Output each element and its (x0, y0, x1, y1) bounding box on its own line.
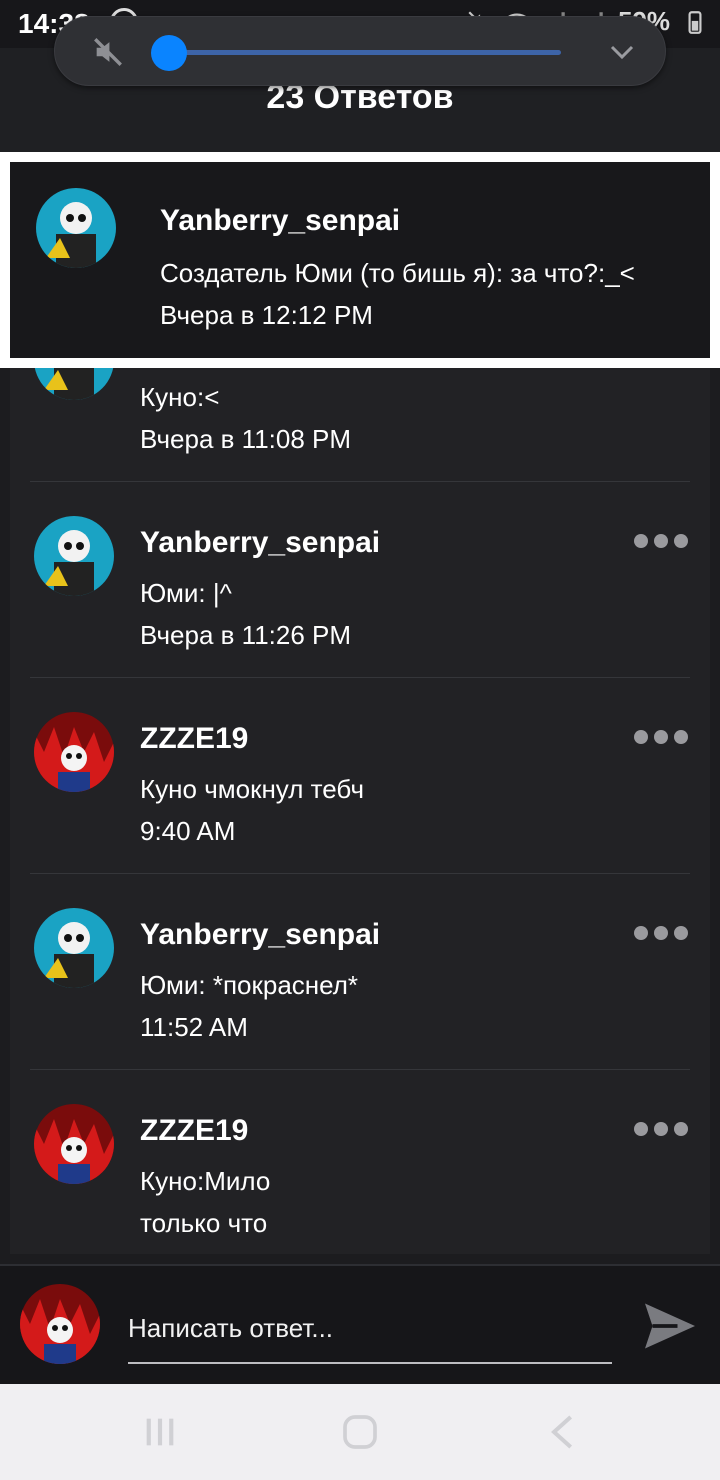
more-options-icon[interactable] (634, 1122, 688, 1136)
username[interactable]: Yanberry_senpai (160, 204, 400, 238)
message-text: Создатель Юми (то бишь я): за что?:_< (160, 258, 635, 288)
chevron-down-icon[interactable] (607, 37, 637, 67)
username[interactable]: Yanberry_senpai (140, 918, 380, 952)
message-text: Куно:Мило (140, 1166, 271, 1196)
recents-icon[interactable] (140, 1412, 180, 1452)
message-text: Куно чмокнул тебч (140, 774, 364, 804)
more-options-icon[interactable] (634, 534, 688, 548)
message-text: Куно:< (140, 382, 220, 412)
back-icon[interactable] (544, 1412, 584, 1452)
volume-overlay[interactable] (54, 16, 666, 86)
message-text: Юми: |^ (140, 578, 232, 608)
reply-composer (0, 1264, 720, 1384)
system-nav-bar (0, 1384, 720, 1480)
username[interactable]: Yanberry_senpai (140, 526, 380, 560)
reply-item[interactable]: Куно:< Вчера в 11:08 PM (30, 368, 690, 482)
timestamp: Вчера в 11:26 PM (140, 620, 352, 650)
home-icon[interactable] (340, 1412, 380, 1452)
reply-item[interactable]: ZZZE19 Куно чмокнул тебч 9:40 AM (30, 678, 690, 874)
avatar[interactable] (20, 1284, 100, 1364)
username[interactable]: ZZZE19 (140, 722, 248, 756)
avatar[interactable] (34, 516, 114, 596)
reply-input[interactable] (128, 1294, 612, 1364)
avatar[interactable] (34, 908, 114, 988)
reply-item[interactable]: Yanberry_senpai Юми: *покраснел* 11:52 AM (30, 874, 690, 1070)
battery-icon (688, 10, 702, 34)
timestamp: Вчера в 11:08 PM (140, 424, 352, 454)
username[interactable]: ZZZE19 (140, 1114, 248, 1148)
timestamp: 9:40 AM (140, 816, 236, 846)
parent-reply[interactable]: Yanberry_senpai Создатель Юми (то бишь я… (10, 162, 710, 358)
avatar[interactable] (34, 1104, 114, 1184)
avatar[interactable] (36, 188, 116, 268)
send-icon[interactable] (640, 1296, 700, 1356)
more-options-icon[interactable] (634, 730, 688, 744)
avatar[interactable] (34, 712, 114, 792)
volume-slider-thumb[interactable] (151, 35, 187, 71)
more-options-icon[interactable] (634, 926, 688, 940)
volume-track[interactable] (169, 50, 561, 55)
timestamp: 11:52 AM (140, 1012, 248, 1042)
replies-list[interactable]: Куно:< Вчера в 11:08 PM Yanberry_senpai Юми… (10, 368, 710, 1254)
reply-item[interactable]: ZZZE19 Куно:Мило только что (30, 1070, 690, 1254)
avatar[interactable] (34, 368, 114, 400)
volume-mute-icon[interactable] (91, 35, 125, 69)
reply-item[interactable]: Yanberry_senpai Юми: |^ Вчера в 11:26 PM (30, 482, 690, 678)
message-text: Юми: *покраснел* (140, 970, 359, 1000)
timestamp: Вчера в 12:12 PM (160, 300, 373, 330)
timestamp: только что (140, 1208, 268, 1238)
